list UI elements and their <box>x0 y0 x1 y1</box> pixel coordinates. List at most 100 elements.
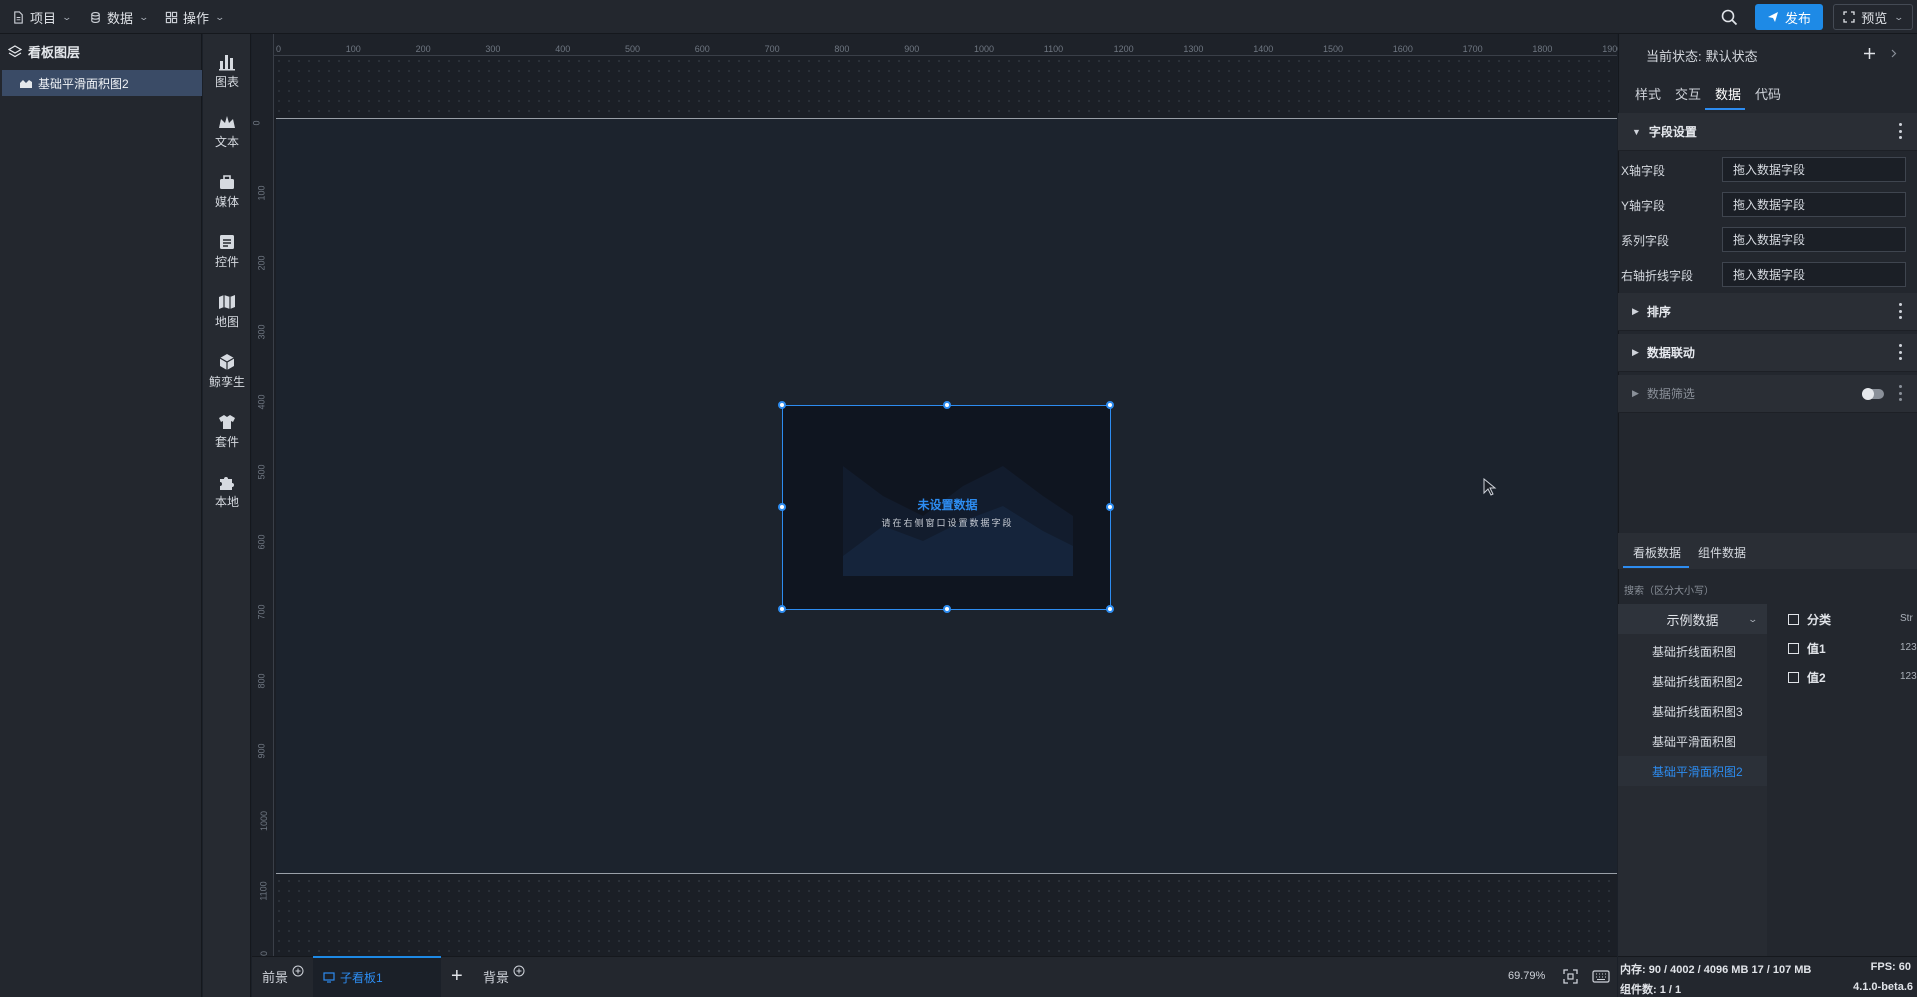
resize-handle-left[interactable] <box>778 503 786 511</box>
ruler-tick-label: 0 <box>276 44 282 54</box>
tool-twin[interactable]: 鲸孪生 <box>203 346 251 396</box>
tool-control[interactable]: 控件 <box>203 226 251 276</box>
tool-chart-label: 图表 <box>214 74 239 89</box>
column-row[interactable]: 值1 <box>1788 638 1826 658</box>
dataset-item[interactable]: 基础折线面积图3 <box>1618 696 1767 726</box>
chevron-right-icon[interactable] <box>1891 49 1897 58</box>
tab-code[interactable]: 代码 <box>1755 84 1781 103</box>
database-icon <box>91 11 100 23</box>
ruler-tick-label: 800 <box>834 44 850 54</box>
ruler-tick-label: 500 <box>256 464 267 480</box>
column-row[interactable]: 值2 <box>1788 667 1826 687</box>
column-name: 值1 <box>1807 641 1826 656</box>
column-type: Str <box>1900 613 1913 624</box>
board-icon <box>323 972 335 983</box>
ruler-tick-label: 1600 <box>1392 44 1413 54</box>
field-y-dropzone[interactable]: 拖入数据字段 <box>1722 192 1906 217</box>
resize-handle-bottom-right[interactable] <box>1106 605 1114 613</box>
zoom-level[interactable]: 69.79% <box>1508 970 1545 982</box>
field-x-dropzone[interactable]: 拖入数据字段 <box>1722 157 1906 182</box>
dataset-group-select[interactable]: 示例数据 ⌄ <box>1618 604 1767 634</box>
ruler-tick-label: 900 <box>256 743 267 759</box>
checkbox[interactable] <box>1788 671 1799 683</box>
keyboard-icon[interactable] <box>1592 970 1610 983</box>
tab-child-label: 子看板1 <box>340 971 383 985</box>
tab-style[interactable]: 样式 <box>1635 84 1661 103</box>
caret-down-icon: ▼ <box>1632 126 1641 137</box>
resize-handle-top-right[interactable] <box>1106 401 1114 409</box>
field-right-line-dropzone[interactable]: 拖入数据字段 <box>1722 262 1906 287</box>
section-sort[interactable]: ▶ 排序 <box>1618 293 1917 331</box>
chevron-down-icon: ⌄ <box>1893 11 1905 22</box>
ruler-tick-label: 1100 <box>258 881 269 901</box>
resize-handle-top[interactable] <box>943 401 951 409</box>
add-board-button[interactable]: + <box>451 956 463 997</box>
layer-title-label: 看板图层 <box>28 45 81 60</box>
dataset-item[interactable]: 基础折线面积图 <box>1618 636 1767 666</box>
data-filter-toggle[interactable] <box>1862 388 1884 400</box>
tool-control-label: 控件 <box>214 254 239 269</box>
search-icon[interactable] <box>1721 9 1738 26</box>
checkbox[interactable] <box>1788 613 1799 625</box>
component-toolbar: 图表 文本 媒体 控件 地图 鲸孪生 套件 本地 <box>203 34 251 997</box>
dataset-item[interactable]: 基础平滑面积图 <box>1618 726 1767 756</box>
area-chart-widget[interactable]: 未设置数据 请在右侧窗口设置数据字段 <box>778 401 1114 613</box>
resize-handle-top-left[interactable] <box>778 401 786 409</box>
section-data-linkage[interactable]: ▶ 数据联动 <box>1618 334 1917 372</box>
tab-interaction[interactable]: 交互 <box>1675 84 1701 103</box>
menu-operation[interactable]: 操作 ⌄ <box>165 0 225 34</box>
caret-right-icon: ▶ <box>1632 388 1639 398</box>
area-chart-icon <box>20 80 32 88</box>
chevron-down-icon: ⌄ <box>61 11 73 22</box>
tool-text[interactable]: 文本 <box>203 106 251 156</box>
resize-handle-right[interactable] <box>1106 503 1114 511</box>
resize-handle-bottom-left[interactable] <box>778 605 786 613</box>
publish-button[interactable]: 发布 <box>1755 4 1823 30</box>
tool-map[interactable]: 地图 <box>203 286 251 336</box>
tab-foreground[interactable]: 前景 <box>262 956 304 997</box>
section-field-settings-label: 字段设置 <box>1648 125 1697 139</box>
caret-right-icon: ▶ <box>1632 306 1639 316</box>
preview-button[interactable]: 预览 ⌄ <box>1833 4 1913 30</box>
more-vertical-icon[interactable] <box>1899 385 1903 401</box>
more-vertical-icon[interactable] <box>1899 303 1903 319</box>
resize-handle-bottom[interactable] <box>943 605 951 613</box>
layers-icon <box>8 44 22 57</box>
add-circle-icon[interactable] <box>292 965 304 977</box>
state-value: 默认状态 <box>1705 48 1758 64</box>
more-vertical-icon[interactable] <box>1899 123 1903 139</box>
data-search-input[interactable]: 搜索（区分大小写） <box>1624 582 1714 597</box>
ruler-tick-label: 200 <box>256 255 267 271</box>
tool-kit[interactable]: 套件 <box>203 406 251 456</box>
tool-media-label: 媒体 <box>214 194 239 209</box>
ruler-tick-label: 600 <box>694 44 710 54</box>
column-row[interactable]: 分类 <box>1788 609 1831 629</box>
tab-board-data[interactable]: 看板数据 <box>1633 544 1681 561</box>
add-state-icon[interactable] <box>1863 47 1876 60</box>
column-type: 123 <box>1900 671 1917 682</box>
dataset-item-selected[interactable]: 基础平滑面积图2 <box>1618 756 1767 786</box>
add-circle-icon[interactable] <box>513 965 525 977</box>
tool-local[interactable]: 本地 <box>203 466 251 516</box>
tool-media[interactable]: 媒体 <box>203 166 251 216</box>
fullscreen-icon <box>1843 11 1855 23</box>
dataset-item[interactable]: 基础折线面积图2 <box>1618 666 1767 696</box>
tab-data[interactable]: 数据 <box>1715 84 1741 103</box>
ruler-tick-label: 800 <box>256 673 267 689</box>
checkbox[interactable] <box>1788 642 1799 654</box>
bar-chart-icon <box>219 54 235 70</box>
menu-project[interactable]: 项目 ⌄ <box>12 0 73 34</box>
field-series-dropzone[interactable]: 拖入数据字段 <box>1722 227 1906 252</box>
tool-chart[interactable]: 图表 <box>203 46 251 96</box>
tab-component-data[interactable]: 组件数据 <box>1698 544 1746 561</box>
menu-data[interactable]: 数据 ⌄ <box>89 0 149 34</box>
more-vertical-icon[interactable] <box>1899 344 1903 360</box>
layer-item-label: 基础平滑面积图2 <box>38 76 129 91</box>
horizontal-ruler: 0 100 200 300 400 500 600 700 800 900 1000 1100 1200… <box>252 34 1622 56</box>
tab-background[interactable]: 背景 <box>483 956 525 997</box>
column-name: 分类 <box>1807 612 1832 627</box>
layer-item[interactable]: 基础平滑面积图2 <box>2 70 202 96</box>
tab-child-board[interactable]: 子看板1 <box>313 956 441 997</box>
section-field-settings[interactable]: ▼ 字段设置 <box>1618 113 1917 151</box>
fit-screen-icon[interactable] <box>1563 969 1578 984</box>
